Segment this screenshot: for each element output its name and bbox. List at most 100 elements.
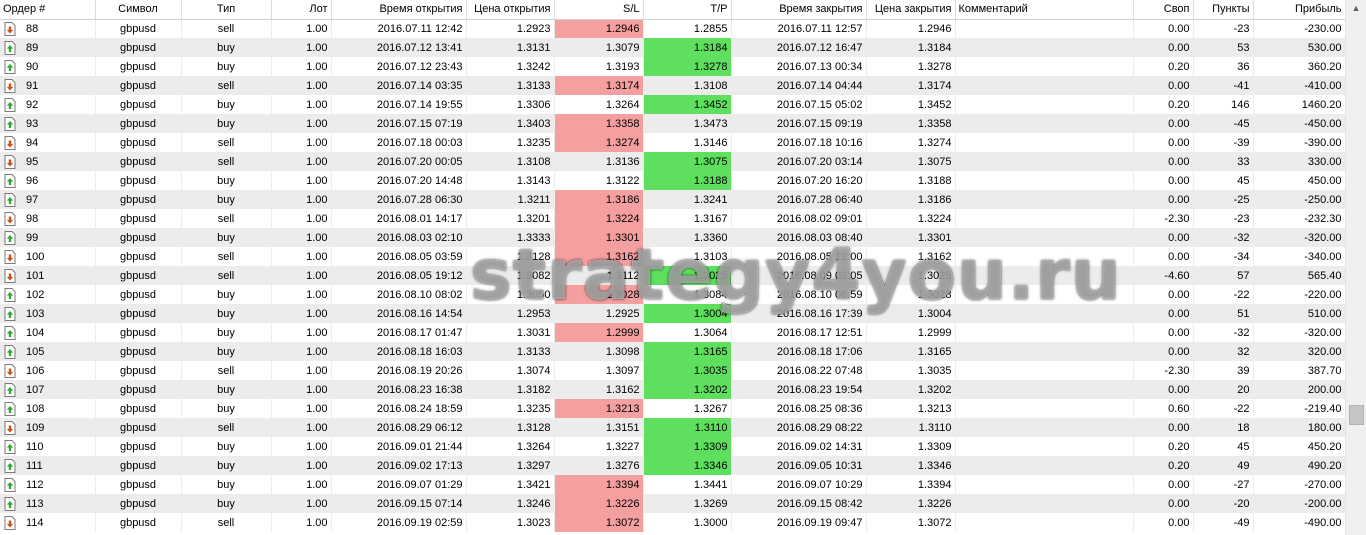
table-row[interactable]: 100 gbpusd sell 1.00 2016.08.05 03:59 1.3128 1…: [0, 247, 1346, 266]
cell-tp: 1.3309: [643, 437, 732, 456]
col-header-open-price[interactable]: Цена открытия: [466, 0, 555, 20]
cell-type: sell: [181, 266, 272, 285]
cell-lot: 1.00: [271, 361, 332, 380]
table-row[interactable]: 94 gbpusd sell 1.00 2016.07.18 00:03 1.3235 1.…: [0, 133, 1346, 152]
cell-profit: 565.40: [1253, 266, 1346, 285]
table-row[interactable]: 108 gbpusd buy 1.00 2016.08.24 18:59 1.3235 1.…: [0, 399, 1346, 418]
cell-type: buy: [181, 437, 272, 456]
col-header-profit[interactable]: Прибыль: [1253, 0, 1346, 20]
table-row[interactable]: 110 gbpusd buy 1.00 2016.09.01 21:44 1.3264 1.…: [0, 437, 1346, 456]
table-row[interactable]: 113 gbpusd buy 1.00 2016.09.15 07:14 1.3246 1.…: [0, 494, 1346, 513]
table-row[interactable]: 99 gbpusd buy 1.00 2016.08.03 02:10 1.3333 1.3…: [0, 228, 1346, 247]
cell-lot: 1.00: [271, 228, 332, 247]
table-row[interactable]: 98 gbpusd sell 1.00 2016.08.01 14:17 1.3201 1.…: [0, 209, 1346, 228]
cell-close-price: 1.3035: [866, 361, 956, 380]
cell-open-time: 2016.09.07 01:29: [331, 475, 467, 494]
header-row: Ордер # Символ Тип Лот Время открытия Це…: [0, 0, 1346, 20]
table-row[interactable]: 97 gbpusd buy 1.00 2016.07.28 06:30 1.3211 1.3…: [0, 190, 1346, 209]
cell-close-price: 1.3188: [866, 171, 956, 190]
col-header-swap[interactable]: Своп: [1133, 0, 1194, 20]
cell-comment: [955, 209, 1134, 228]
cell-open-price: 1.3031: [466, 323, 555, 342]
col-header-order[interactable]: Ордер #: [0, 0, 96, 20]
cell-open-time: 2016.07.12 13:41: [331, 38, 467, 57]
cell-open-price: 1.2953: [466, 304, 555, 323]
cell-sl: 1.2925: [554, 304, 644, 323]
cell-order: 107: [0, 380, 96, 399]
arrow-up-order-icon: [4, 325, 16, 340]
cell-comment: [955, 418, 1134, 437]
cell-profit: -320.00: [1253, 228, 1346, 247]
cell-tp: 1.3452: [643, 95, 732, 114]
cell-swap: -4.60: [1133, 266, 1194, 285]
table-row[interactable]: 114 gbpusd sell 1.00 2016.09.19 02:59 1.3023 1…: [0, 513, 1346, 532]
table-row[interactable]: 102 gbpusd buy 1.00 2016.08.10 08:02 1.3050 1.…: [0, 285, 1346, 304]
table-row[interactable]: 91 gbpusd sell 1.00 2016.07.14 03:35 1.3133 1.…: [0, 76, 1346, 95]
cell-symbol: gbpusd: [95, 266, 182, 285]
table-row[interactable]: 95 gbpusd sell 1.00 2016.07.20 00:05 1.3108 1.…: [0, 152, 1346, 171]
order-number: 98: [26, 212, 39, 225]
order-number: 94: [26, 136, 39, 149]
order-number: 102: [26, 288, 45, 301]
table-row[interactable]: 89 gbpusd buy 1.00 2016.07.12 13:41 1.3131 1.3…: [0, 38, 1346, 57]
col-header-points[interactable]: Пункты: [1193, 0, 1254, 20]
table-row[interactable]: 106 gbpusd sell 1.00 2016.08.19 20:26 1.3074 1…: [0, 361, 1346, 380]
cell-type: buy: [181, 342, 272, 361]
table-row[interactable]: 88 gbpusd sell 1.00 2016.07.11 12:42 1.2923 1.…: [0, 19, 1346, 38]
cell-profit: -340.00: [1253, 247, 1346, 266]
table-row[interactable]: 111 gbpusd buy 1.00 2016.09.02 17:13 1.3297 1.…: [0, 456, 1346, 475]
arrow-up-order-icon: [4, 59, 16, 74]
cell-comment: [955, 513, 1134, 532]
table-row[interactable]: 96 gbpusd buy 1.00 2016.07.20 14:48 1.3143 1.3…: [0, 171, 1346, 190]
arrow-up-order-icon: [4, 306, 16, 321]
cell-swap: 0.00: [1133, 133, 1194, 152]
arrow-down-order-icon: [4, 21, 16, 36]
cell-tp: 1.3202: [643, 380, 732, 399]
table-row[interactable]: 112 gbpusd buy 1.00 2016.09.07 01:29 1.3421 1.…: [0, 475, 1346, 494]
cell-type: buy: [181, 323, 272, 342]
cell-points: -22: [1193, 399, 1254, 418]
table-row[interactable]: 101 gbpusd sell 1.00 2016.08.05 19:12 1.3082 1…: [0, 266, 1346, 285]
cell-points: 53: [1193, 38, 1254, 57]
table-row[interactable]: 109 gbpusd sell 1.00 2016.08.29 06:12 1.3128 1…: [0, 418, 1346, 437]
cell-points: -27: [1193, 475, 1254, 494]
scroll-up-icon[interactable]: ▲: [1346, 0, 1366, 17]
col-header-type[interactable]: Тип: [181, 0, 272, 20]
cell-tp: 1.3188: [643, 171, 732, 190]
cell-lot: 1.00: [271, 380, 332, 399]
cell-swap: 0.00: [1133, 323, 1194, 342]
cell-points: -49: [1193, 513, 1254, 532]
cell-sl: 1.3122: [554, 171, 644, 190]
scroll-thumb[interactable]: [1349, 405, 1364, 425]
arrow-down-order-icon: [4, 211, 16, 226]
cell-profit: 387.70: [1253, 361, 1346, 380]
cell-close-time: 2016.08.25 08:36: [731, 399, 867, 418]
vertical-scrollbar[interactable]: ▲: [1345, 0, 1366, 535]
cell-points: 20: [1193, 380, 1254, 399]
cell-open-time: 2016.08.23 16:38: [331, 380, 467, 399]
table-row[interactable]: 104 gbpusd buy 1.00 2016.08.17 01:47 1.3031 1.…: [0, 323, 1346, 342]
table-row[interactable]: 90 gbpusd buy 1.00 2016.07.12 23:43 1.3242 1.3…: [0, 57, 1346, 76]
col-header-comment[interactable]: Комментарий: [955, 0, 1134, 20]
col-header-sl[interactable]: S/L: [554, 0, 644, 20]
col-header-close-time[interactable]: Время закрытия: [731, 0, 867, 20]
col-header-close-price[interactable]: Цена закрытия: [866, 0, 956, 20]
table-row[interactable]: 107 gbpusd buy 1.00 2016.08.23 16:38 1.3182 1.…: [0, 380, 1346, 399]
col-header-lot[interactable]: Лот: [271, 0, 332, 20]
table-row[interactable]: 105 gbpusd buy 1.00 2016.08.18 16:03 1.3133 1.…: [0, 342, 1346, 361]
cell-open-time: 2016.07.12 23:43: [331, 57, 467, 76]
cell-close-price: 1.3174: [866, 76, 956, 95]
cell-tp: 1.3184: [643, 38, 732, 57]
cell-swap: 0.20: [1133, 437, 1194, 456]
table-row[interactable]: 103 gbpusd buy 1.00 2016.08.16 14:54 1.2953 1.…: [0, 304, 1346, 323]
col-header-tp[interactable]: T/P: [643, 0, 732, 20]
cell-open-price: 1.3297: [466, 456, 555, 475]
cell-comment: [955, 228, 1134, 247]
cell-open-time: 2016.08.19 20:26: [331, 361, 467, 380]
cell-tp: 1.3267: [643, 399, 732, 418]
table-row[interactable]: 92 gbpusd buy 1.00 2016.07.14 19:55 1.3306 1.3…: [0, 95, 1346, 114]
col-header-symbol[interactable]: Символ: [95, 0, 182, 20]
col-header-open-time[interactable]: Время открытия: [331, 0, 467, 20]
order-number: 91: [26, 79, 39, 92]
table-row[interactable]: 93 gbpusd buy 1.00 2016.07.15 07:19 1.3403 1.3…: [0, 114, 1346, 133]
